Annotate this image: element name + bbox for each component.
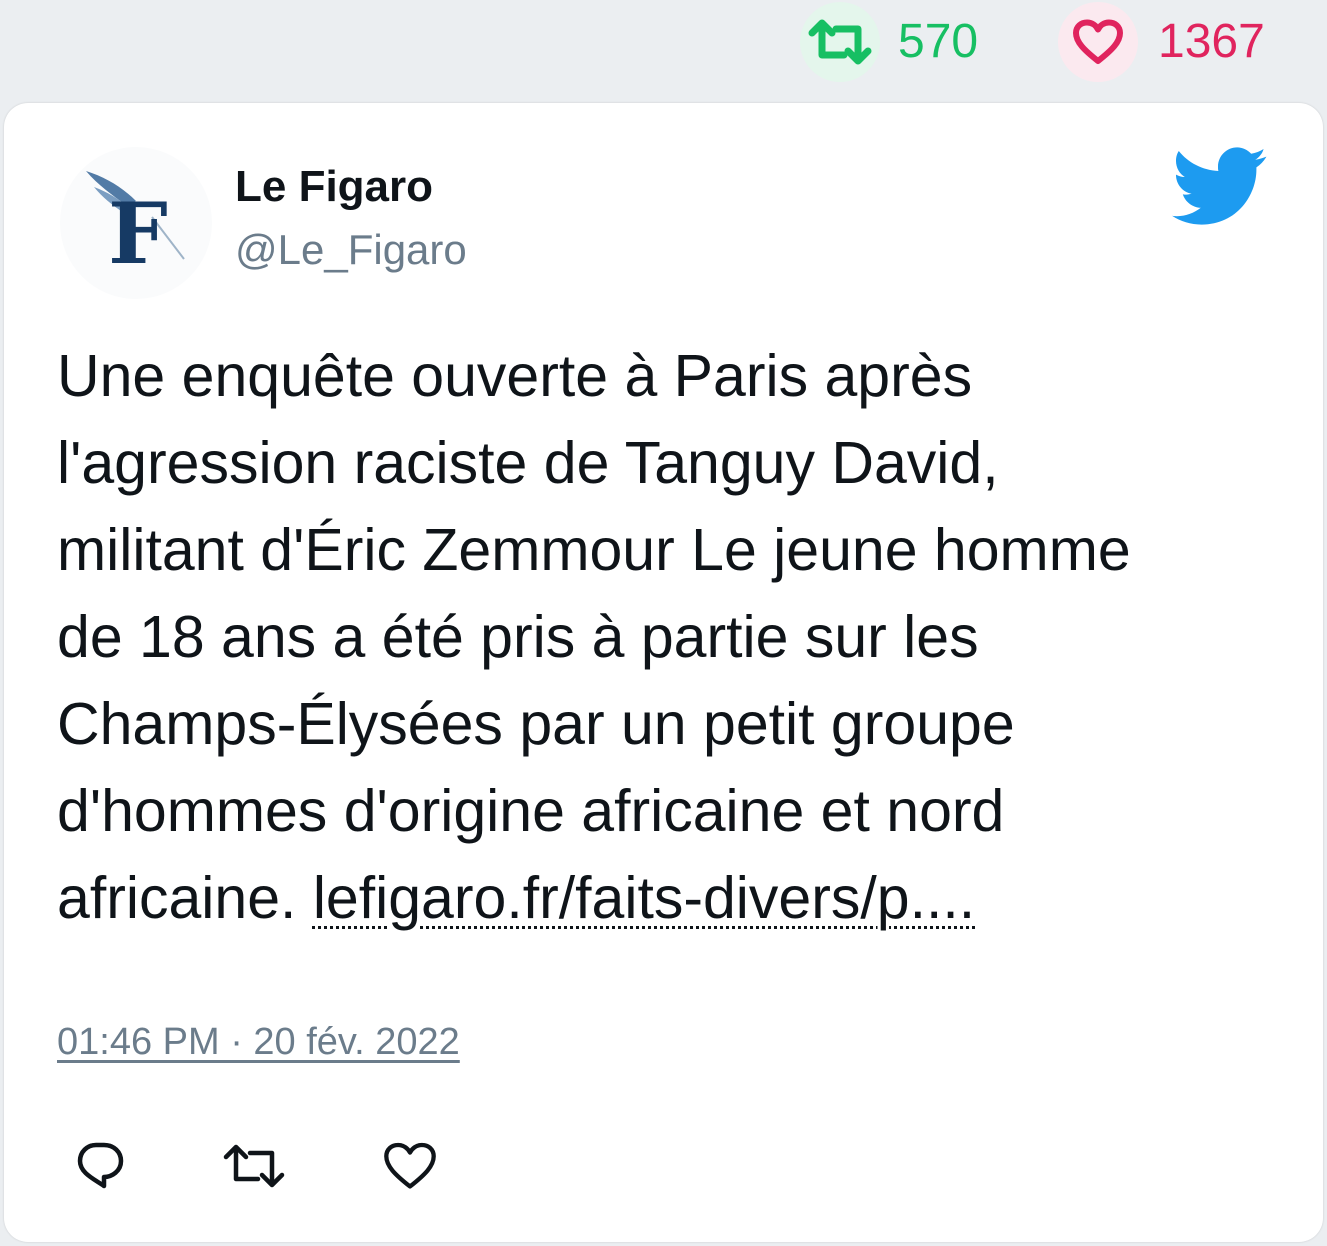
like-count: 1367: [1158, 15, 1265, 68]
tweet-text-line: d'hommes d'origine africaine et nord: [57, 778, 1005, 844]
author-avatar[interactable]: F: [60, 147, 212, 299]
retweet-icon[interactable]: [222, 1143, 286, 1194]
retweet-stat-icon[interactable]: [800, 2, 880, 82]
retweet-count: 570: [898, 15, 979, 68]
tweet-text-line: africaine.: [57, 865, 297, 931]
twitter-bird-icon[interactable]: [1172, 147, 1268, 232]
tweet-stats-bar: 570 1367: [0, 0, 1327, 100]
le-figaro-logo-icon: F: [86, 171, 185, 283]
author-handle[interactable]: @Le_Figaro: [235, 225, 467, 275]
like-stat-icon[interactable]: [1058, 2, 1138, 82]
tweet-text-line: Champs-Élysées par un petit groupe: [57, 691, 1015, 757]
author-name[interactable]: Le Figaro: [235, 161, 433, 213]
heart-icon: [1073, 19, 1123, 64]
tweet-text-line: militant d'Éric Zemmour Le jeune homme: [57, 517, 1131, 583]
tweet-card: F Le Figaro @Le_Figaro Une enquête ouver…: [4, 103, 1323, 1242]
tweet-text: Une enquête ouverte à Paris après l'agre…: [57, 333, 1297, 942]
like-icon[interactable]: [382, 1141, 438, 1196]
article-link[interactable]: lefigaro.fr/faits-divers/p....: [313, 865, 975, 931]
retweet-icon: [808, 19, 872, 65]
tweet-timestamp[interactable]: 01:46 PM · 20 fév. 2022: [57, 1019, 460, 1065]
svg-text:F: F: [108, 184, 168, 283]
tweet-text-line: l'agression raciste de Tanguy David,: [57, 430, 999, 496]
tweet-text-line: Une enquête ouverte à Paris après: [57, 343, 973, 409]
tweet-text-line: de 18 ans a été pris à partie sur les: [57, 604, 979, 670]
reply-icon[interactable]: [74, 1139, 126, 1196]
tweet-actions: [4, 1139, 604, 1199]
